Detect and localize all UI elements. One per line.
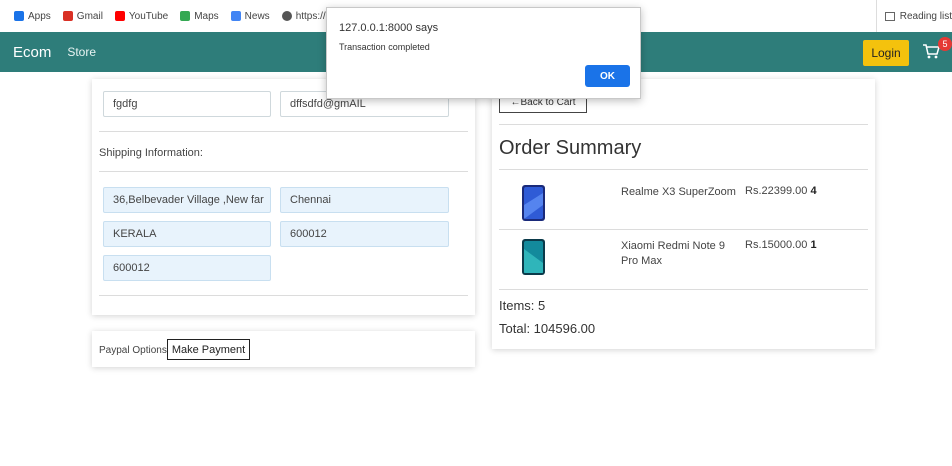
bookmark-label: YouTube — [128, 10, 169, 22]
country-field[interactable]: 600012 — [103, 255, 271, 281]
item-price: Rs.22399.00 — [745, 185, 808, 197]
bookmark-label: Maps — [194, 10, 219, 22]
payment-options-card: Paypal Options Make Payment — [92, 331, 475, 367]
ok-button[interactable]: OK — [585, 65, 630, 87]
login-button[interactable]: Login — [863, 40, 909, 66]
item-qty: 4 — [810, 185, 817, 197]
divider — [499, 289, 868, 290]
globe-icon — [281, 11, 292, 21]
brand-logo[interactable]: Ecom — [13, 44, 51, 61]
shipping-info-label: Shipping Information: — [99, 147, 203, 159]
item-name: Xiaomi Redmi Note 9 Pro Max — [621, 240, 725, 267]
item-price: Rs.15000.00 — [745, 239, 808, 251]
city-field[interactable]: Chennai — [280, 187, 449, 213]
bookmark-maps[interactable]: Maps — [180, 10, 219, 22]
bookmark-label: Gmail — [76, 10, 103, 22]
item-name: Realme X3 SuperZoom — [621, 186, 736, 198]
bookmark-label: News — [244, 10, 270, 22]
reading-list-label: Reading list — [899, 10, 952, 22]
divider — [499, 169, 868, 170]
youtube-icon — [114, 11, 125, 21]
order-total: Total: 104596.00 — [499, 321, 596, 336]
address-field[interactable]: 36,Belbevader Village ,New far — [103, 187, 271, 213]
bookmark-label: Apps — [28, 10, 51, 22]
maps-icon — [180, 11, 191, 21]
dialog-message: Transaction completed — [339, 42, 430, 52]
phone-thumbnail-icon — [522, 185, 545, 221]
item-price-qty: Rs.15000.00 1 — [745, 239, 817, 251]
divider — [99, 171, 468, 172]
divider — [99, 295, 468, 296]
gmail-icon — [62, 11, 73, 21]
phone-thumbnail-icon — [522, 239, 545, 275]
cart-count-badge: 5 — [938, 37, 952, 51]
items-count: Items: 5 — [499, 298, 546, 313]
bookmark-apps[interactable]: Apps — [14, 11, 51, 22]
divider — [499, 124, 868, 125]
state-field[interactable]: KERALA — [103, 221, 271, 247]
dialog-title: 127.0.0.1:8000 says — [339, 22, 439, 34]
list-item: Xiaomi Redmi Note 9 Pro Max Rs.15000.00 … — [499, 233, 868, 291]
item-price-qty: Rs.22399.00 4 — [745, 185, 817, 197]
item-qty: 1 — [810, 239, 817, 251]
reading-list[interactable]: Reading list — [875, 0, 952, 32]
user-info-form: fgdfg dffsdfd@gmAIL Shipping Information… — [92, 79, 475, 315]
make-payment-button[interactable]: Make Payment — [167, 339, 250, 360]
bookmark-news[interactable]: News — [230, 10, 270, 22]
bookmark-gmail[interactable]: Gmail — [62, 10, 103, 22]
news-icon — [230, 11, 241, 21]
zipcode-field[interactable]: 600012 — [280, 221, 449, 247]
alert-dialog: 127.0.0.1:8000 says Transaction complete… — [326, 7, 641, 99]
reading-list-icon — [884, 11, 895, 21]
divider — [499, 229, 868, 230]
apps-grid-icon — [14, 11, 24, 21]
order-summary-title: Order Summary — [499, 137, 642, 159]
divider — [99, 131, 468, 132]
name-field[interactable]: fgdfg — [103, 91, 271, 117]
order-summary-card: ←Back to Cart Order Summary Realme X3 Su… — [492, 79, 875, 349]
paypal-options-label: Paypal Options — [99, 345, 167, 356]
nav-store-link[interactable]: Store — [67, 45, 96, 59]
bookmark-youtube[interactable]: YouTube — [114, 10, 169, 22]
